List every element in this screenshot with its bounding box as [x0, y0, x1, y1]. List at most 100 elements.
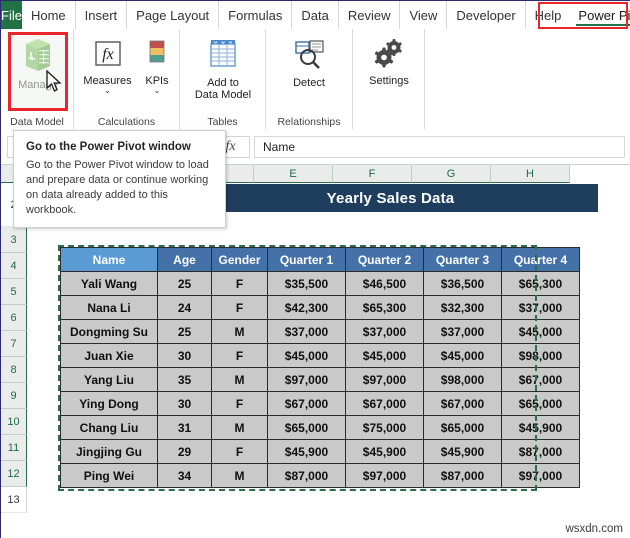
tab-developer[interactable]: Developer	[447, 1, 526, 29]
cell-gender[interactable]: F	[211, 295, 268, 320]
cell-age[interactable]: 24	[157, 295, 212, 320]
tab-review[interactable]: Review	[339, 1, 401, 29]
table-header-name[interactable]: Name	[60, 247, 158, 272]
tab-power-pivot[interactable]: Power Pivot	[570, 1, 630, 29]
cell-name[interactable]: Juan Xie	[60, 343, 158, 368]
cell-name[interactable]: Yali Wang	[60, 271, 158, 296]
row-header-10[interactable]: 10	[1, 409, 27, 435]
table-header-quarter-3[interactable]: Quarter 3	[423, 247, 502, 272]
cell-quarter-1[interactable]: $87,000	[267, 463, 346, 488]
cell-name[interactable]: Dongming Su	[60, 319, 158, 344]
cell-quarter-4[interactable]: $98,000	[501, 343, 580, 368]
cell-age[interactable]: 31	[157, 415, 212, 440]
cell-gender[interactable]: M	[211, 319, 268, 344]
row-header-11[interactable]: 11	[1, 435, 27, 461]
tab-help[interactable]: Help	[526, 1, 571, 29]
cell-age[interactable]: 35	[157, 367, 212, 392]
cell-gender[interactable]: M	[211, 463, 268, 488]
row-header-5[interactable]: 5	[1, 279, 27, 305]
cell-quarter-2[interactable]: $65,300	[345, 295, 424, 320]
cell-quarter-2[interactable]: $97,000	[345, 367, 424, 392]
cell-quarter-2[interactable]: $37,000	[345, 319, 424, 344]
cell-quarter-3[interactable]: $87,000	[423, 463, 502, 488]
cell-age[interactable]: 29	[157, 439, 212, 464]
cell-quarter-2[interactable]: $67,000	[345, 391, 424, 416]
cell-quarter-3[interactable]: $37,000	[423, 319, 502, 344]
table-header-quarter-2[interactable]: Quarter 2	[345, 247, 424, 272]
cell-quarter-2[interactable]: $75,000	[345, 415, 424, 440]
settings-button[interactable]: Settings	[357, 39, 421, 87]
cell-name[interactable]: Yang Liu	[60, 367, 158, 392]
cell-gender[interactable]: F	[211, 343, 268, 368]
row-header-13[interactable]: 13	[1, 487, 27, 513]
cell-quarter-2[interactable]: $45,000	[345, 343, 424, 368]
kpis-chevron-down-icon[interactable]: ⌄	[154, 87, 161, 95]
cell-gender[interactable]: F	[211, 439, 268, 464]
cell-quarter-3[interactable]: $45,900	[423, 439, 502, 464]
cell-quarter-4[interactable]: $65,000	[501, 391, 580, 416]
add-to-data-model-button[interactable]: Add to Data Model	[184, 37, 262, 101]
row-header-4[interactable]: 4	[1, 253, 27, 279]
table-header-age[interactable]: Age	[157, 247, 212, 272]
tab-formulas[interactable]: Formulas	[219, 1, 293, 29]
cell-quarter-1[interactable]: $65,000	[267, 415, 346, 440]
cell-quarter-3[interactable]: $65,000	[423, 415, 502, 440]
cell-quarter-3[interactable]: $36,500	[423, 271, 502, 296]
tab-insert[interactable]: Insert	[76, 1, 128, 29]
column-header-e[interactable]: E	[254, 165, 333, 183]
cell-name[interactable]: Ping Wei	[60, 463, 158, 488]
cell-name[interactable]: Jingjing Gu	[60, 439, 158, 464]
tab-data[interactable]: Data	[292, 1, 339, 29]
cell-gender[interactable]: F	[211, 271, 268, 296]
cell-age[interactable]: 34	[157, 463, 212, 488]
cell-quarter-4[interactable]: $97,000	[501, 463, 580, 488]
table-header-quarter-4[interactable]: Quarter 4	[501, 247, 580, 272]
tab-page-layout[interactable]: Page Layout	[127, 1, 220, 29]
column-header-g[interactable]: G	[412, 165, 491, 183]
cell-quarter-4[interactable]: $87,000	[501, 439, 580, 464]
tab-view[interactable]: View	[400, 1, 448, 29]
cell-quarter-4[interactable]: $45,000	[501, 319, 580, 344]
cell-quarter-4[interactable]: $67,000	[501, 367, 580, 392]
cell-quarter-1[interactable]: $67,000	[267, 391, 346, 416]
cell-quarter-2[interactable]: $97,000	[345, 463, 424, 488]
cell-quarter-1[interactable]: $42,300	[267, 295, 346, 320]
cell-quarter-3[interactable]: $67,000	[423, 391, 502, 416]
cell-quarter-3[interactable]: $45,000	[423, 343, 502, 368]
kpis-button[interactable]: KPIs ⌄	[137, 39, 177, 95]
cell-quarter-2[interactable]: $45,900	[345, 439, 424, 464]
cell-quarter-1[interactable]: $37,000	[267, 319, 346, 344]
row-header-9[interactable]: 9	[1, 383, 27, 409]
cell-age[interactable]: 30	[157, 343, 212, 368]
table-header-gender[interactable]: Gender	[211, 247, 268, 272]
measures-chevron-down-icon[interactable]: ⌄	[104, 87, 111, 95]
cell-name[interactable]: Chang Liu	[60, 415, 158, 440]
cell-name[interactable]: Nana Li	[60, 295, 158, 320]
cell-quarter-1[interactable]: $35,500	[267, 271, 346, 296]
measures-button[interactable]: fx Measures ⌄	[80, 39, 135, 95]
cell-quarter-1[interactable]: $45,000	[267, 343, 346, 368]
tab-file[interactable]: File	[1, 1, 22, 29]
table-header-quarter-1[interactable]: Quarter 1	[267, 247, 346, 272]
column-header-f[interactable]: F	[333, 165, 412, 183]
column-header-h[interactable]: H	[491, 165, 570, 183]
row-header-7[interactable]: 7	[1, 331, 27, 357]
cell-quarter-4[interactable]: $37,000	[501, 295, 580, 320]
detect-button[interactable]: Detect	[276, 39, 342, 89]
cell-quarter-3[interactable]: $98,000	[423, 367, 502, 392]
cell-quarter-4[interactable]: $45,900	[501, 415, 580, 440]
cell-gender[interactable]: M	[211, 415, 268, 440]
cell-gender[interactable]: F	[211, 391, 268, 416]
row-header-12[interactable]: 12	[1, 461, 27, 487]
formula-input[interactable]: Name	[254, 135, 625, 158]
row-header-3[interactable]: 3	[1, 227, 27, 253]
cell-quarter-3[interactable]: $32,300	[423, 295, 502, 320]
cell-quarter-1[interactable]: $97,000	[267, 367, 346, 392]
cell-quarter-1[interactable]: $45,900	[267, 439, 346, 464]
cell-age[interactable]: 30	[157, 391, 212, 416]
cell-gender[interactable]: M	[211, 367, 268, 392]
cell-quarter-4[interactable]: $65,300	[501, 271, 580, 296]
tab-home[interactable]: Home	[22, 1, 76, 29]
cell-quarter-2[interactable]: $46,500	[345, 271, 424, 296]
row-header-8[interactable]: 8	[1, 357, 27, 383]
